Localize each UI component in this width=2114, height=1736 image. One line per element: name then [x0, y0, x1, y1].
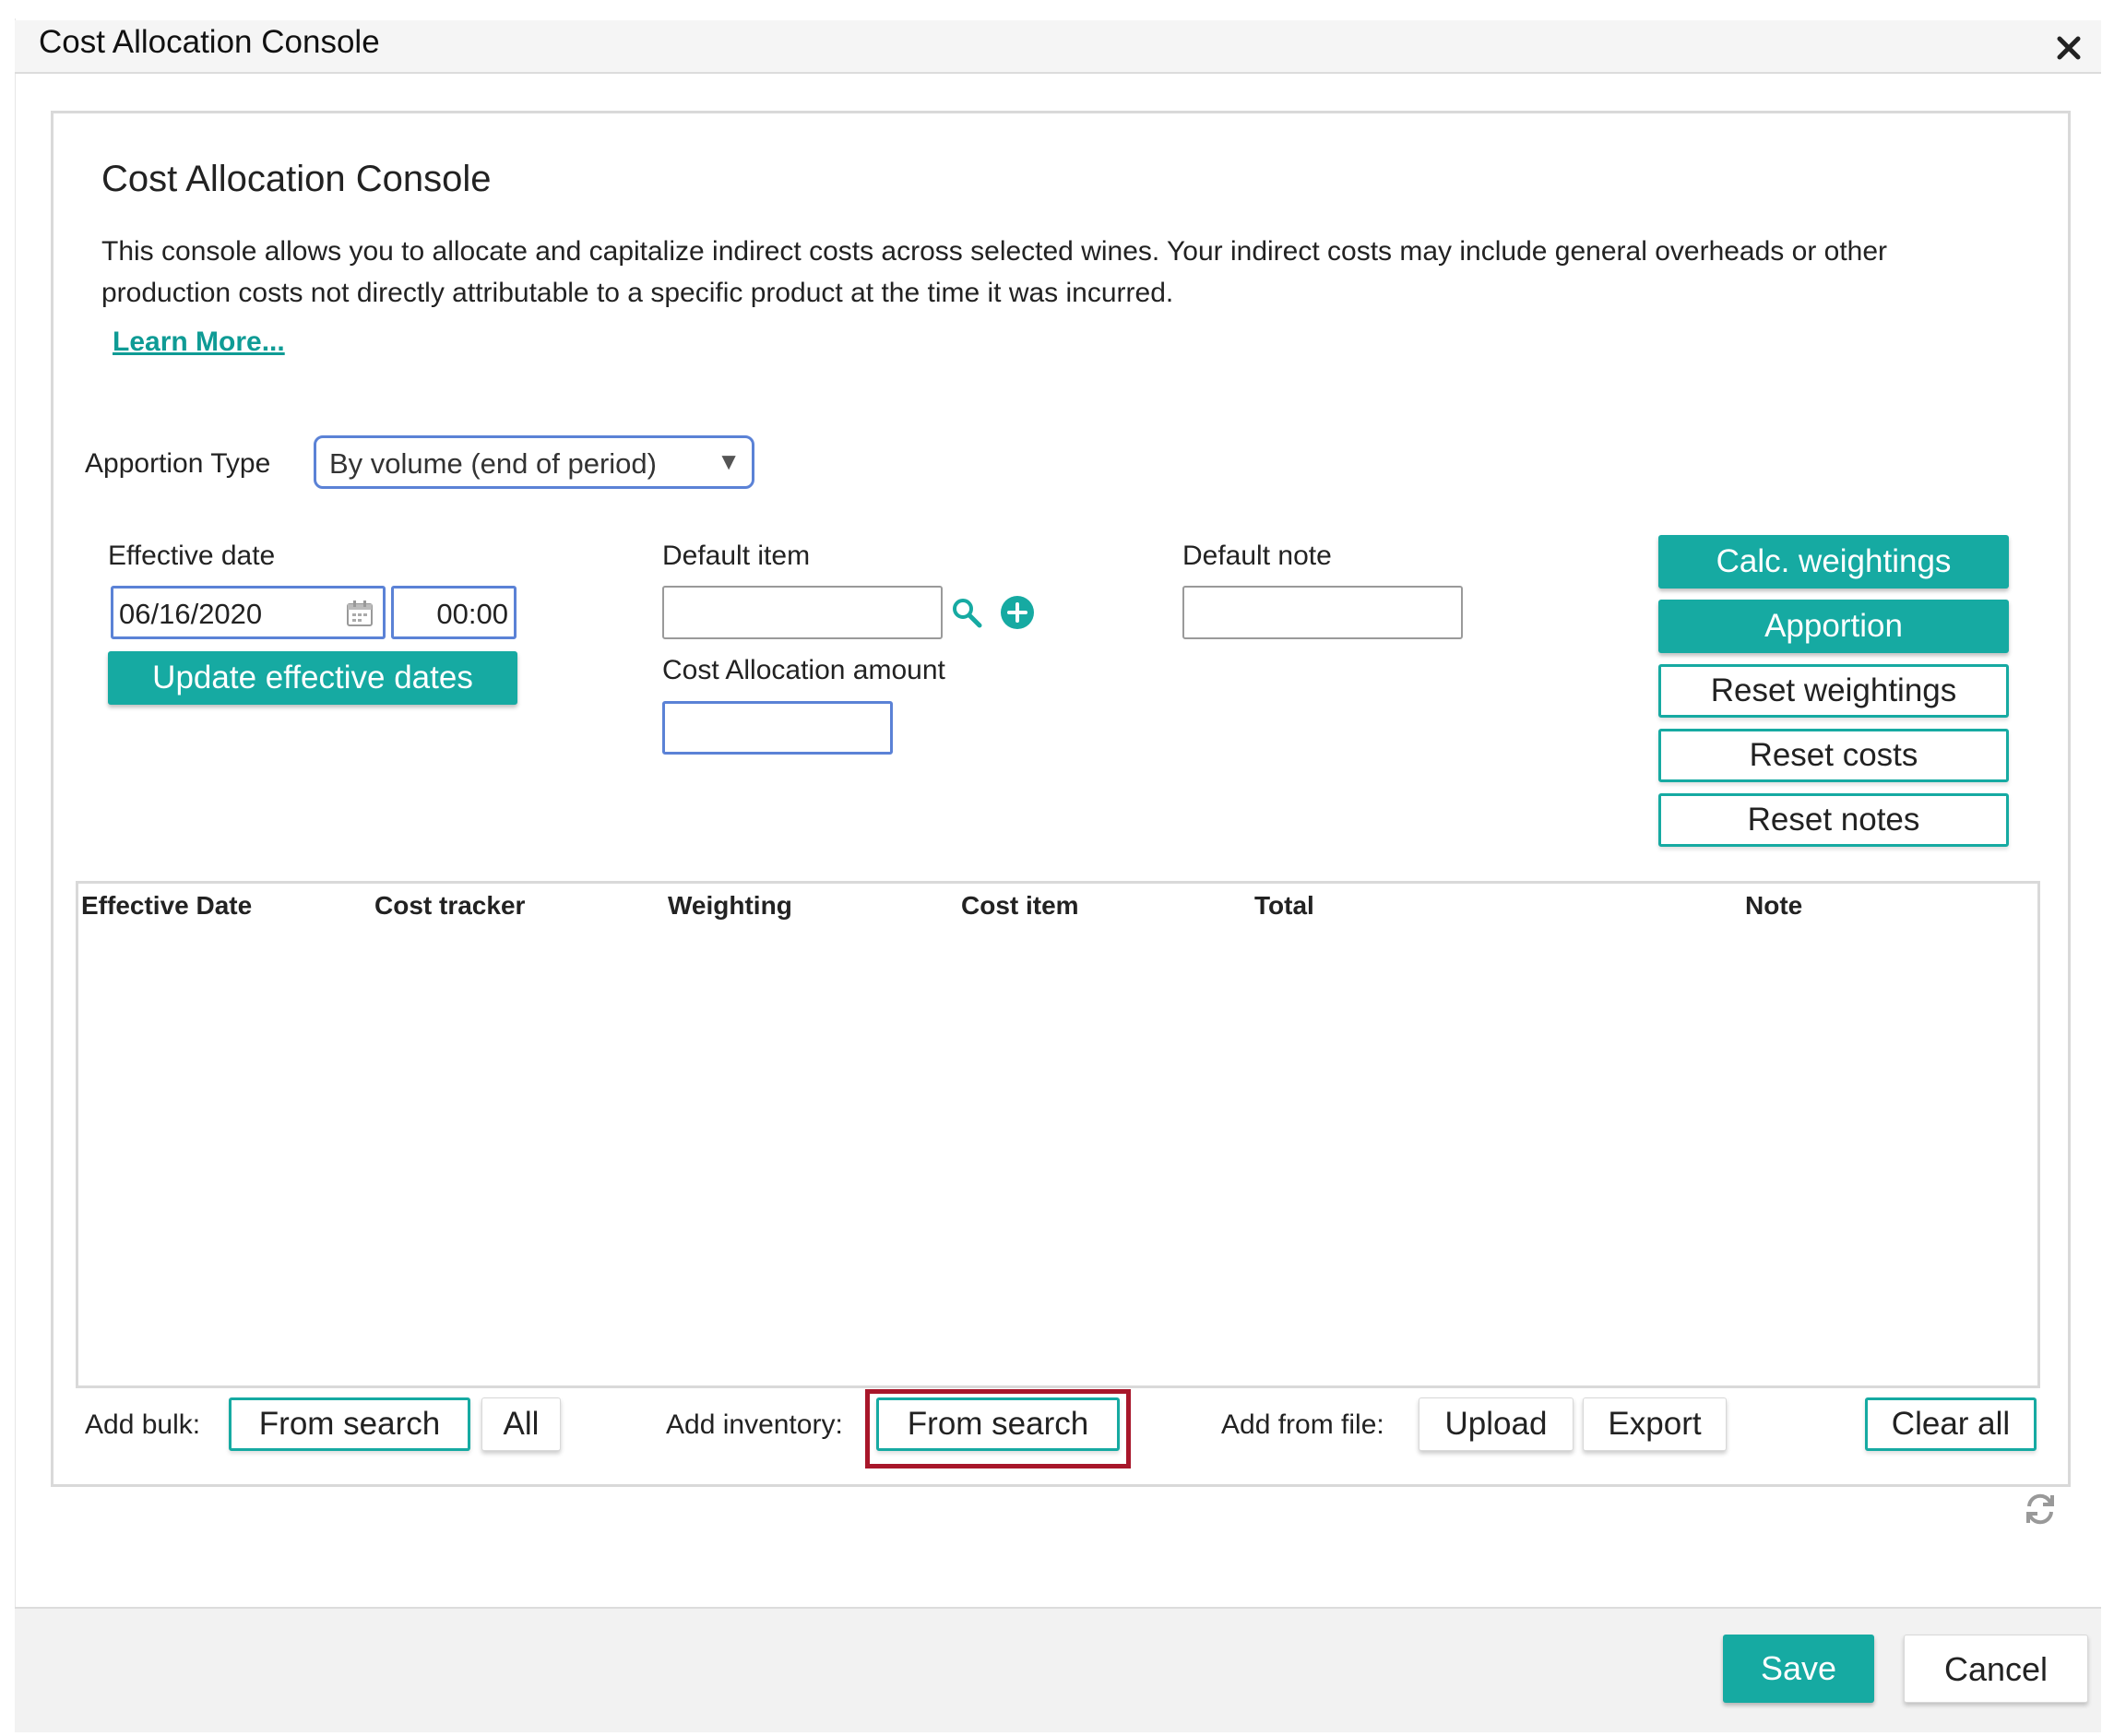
apportion-type-select[interactable]: By volume (end of period) ▼ [314, 435, 754, 489]
effective-time-value: 00:00 [436, 598, 508, 630]
column-header-weighting[interactable]: Weighting [668, 891, 792, 921]
close-icon[interactable] [2052, 31, 2085, 65]
effective-date-input[interactable]: 06/16/2020 [111, 586, 386, 639]
column-header-effective-date[interactable]: Effective Date [81, 891, 252, 921]
add-circle-icon[interactable] [1000, 595, 1035, 630]
window-title: Cost Allocation Console [39, 24, 380, 60]
default-note-input[interactable] [1182, 586, 1463, 639]
learn-more-link[interactable]: Learn More... [113, 327, 285, 358]
cost-allocation-amount-label: Cost Allocation amount [662, 655, 945, 685]
save-button[interactable]: Save [1723, 1635, 1874, 1703]
add-from-file-label: Add from file: [1221, 1409, 1384, 1440]
reset-notes-button[interactable]: Reset notes [1658, 793, 2009, 847]
default-item-input[interactable] [662, 586, 943, 639]
column-header-cost-tracker[interactable]: Cost tracker [374, 891, 525, 921]
cancel-button[interactable]: Cancel [1904, 1635, 2088, 1703]
export-button[interactable]: Export [1583, 1397, 1727, 1451]
default-item-label: Default item [662, 541, 811, 571]
bulk-from-search-button[interactable]: From search [229, 1397, 470, 1451]
inventory-from-search-button[interactable]: From search [876, 1397, 1120, 1451]
column-header-cost-item[interactable]: Cost item [961, 891, 1079, 921]
cost-allocation-amount-input[interactable] [662, 701, 893, 755]
update-effective-dates-button[interactable]: Update effective dates [108, 651, 517, 705]
effective-date-value: 06/16/2020 [119, 598, 263, 630]
clear-all-button[interactable]: Clear all [1865, 1397, 2037, 1451]
calendar-icon[interactable] [346, 600, 374, 627]
add-bulk-label: Add bulk: [85, 1409, 201, 1440]
reset-costs-button[interactable]: Reset costs [1658, 729, 2009, 782]
allocation-table [76, 881, 2040, 1388]
effective-time-input[interactable]: 00:00 [391, 586, 517, 639]
column-header-total[interactable]: Total [1254, 891, 1314, 921]
apportion-type-label: Apportion Type [85, 448, 271, 479]
default-note-label: Default note [1182, 541, 1332, 571]
refresh-icon[interactable] [2022, 1491, 2059, 1528]
reset-weightings-button[interactable]: Reset weightings [1658, 664, 2009, 718]
apportion-type-value: By volume (end of period) [329, 447, 657, 480]
add-inventory-label: Add inventory: [666, 1409, 843, 1440]
apportion-button[interactable]: Apportion [1658, 600, 2009, 653]
console-heading: Cost Allocation Console [101, 159, 492, 199]
bulk-all-button[interactable]: All [481, 1397, 561, 1451]
console-description: This console allows you to allocate and … [101, 236, 1888, 308]
dropdown-arrow-icon: ▼ [717, 447, 741, 475]
search-icon[interactable] [950, 596, 983, 629]
calc-weightings-button[interactable]: Calc. weightings [1658, 535, 2009, 589]
upload-button[interactable]: Upload [1419, 1397, 1574, 1451]
effective-date-label: Effective date [108, 541, 276, 571]
column-header-note[interactable]: Note [1745, 891, 1802, 921]
